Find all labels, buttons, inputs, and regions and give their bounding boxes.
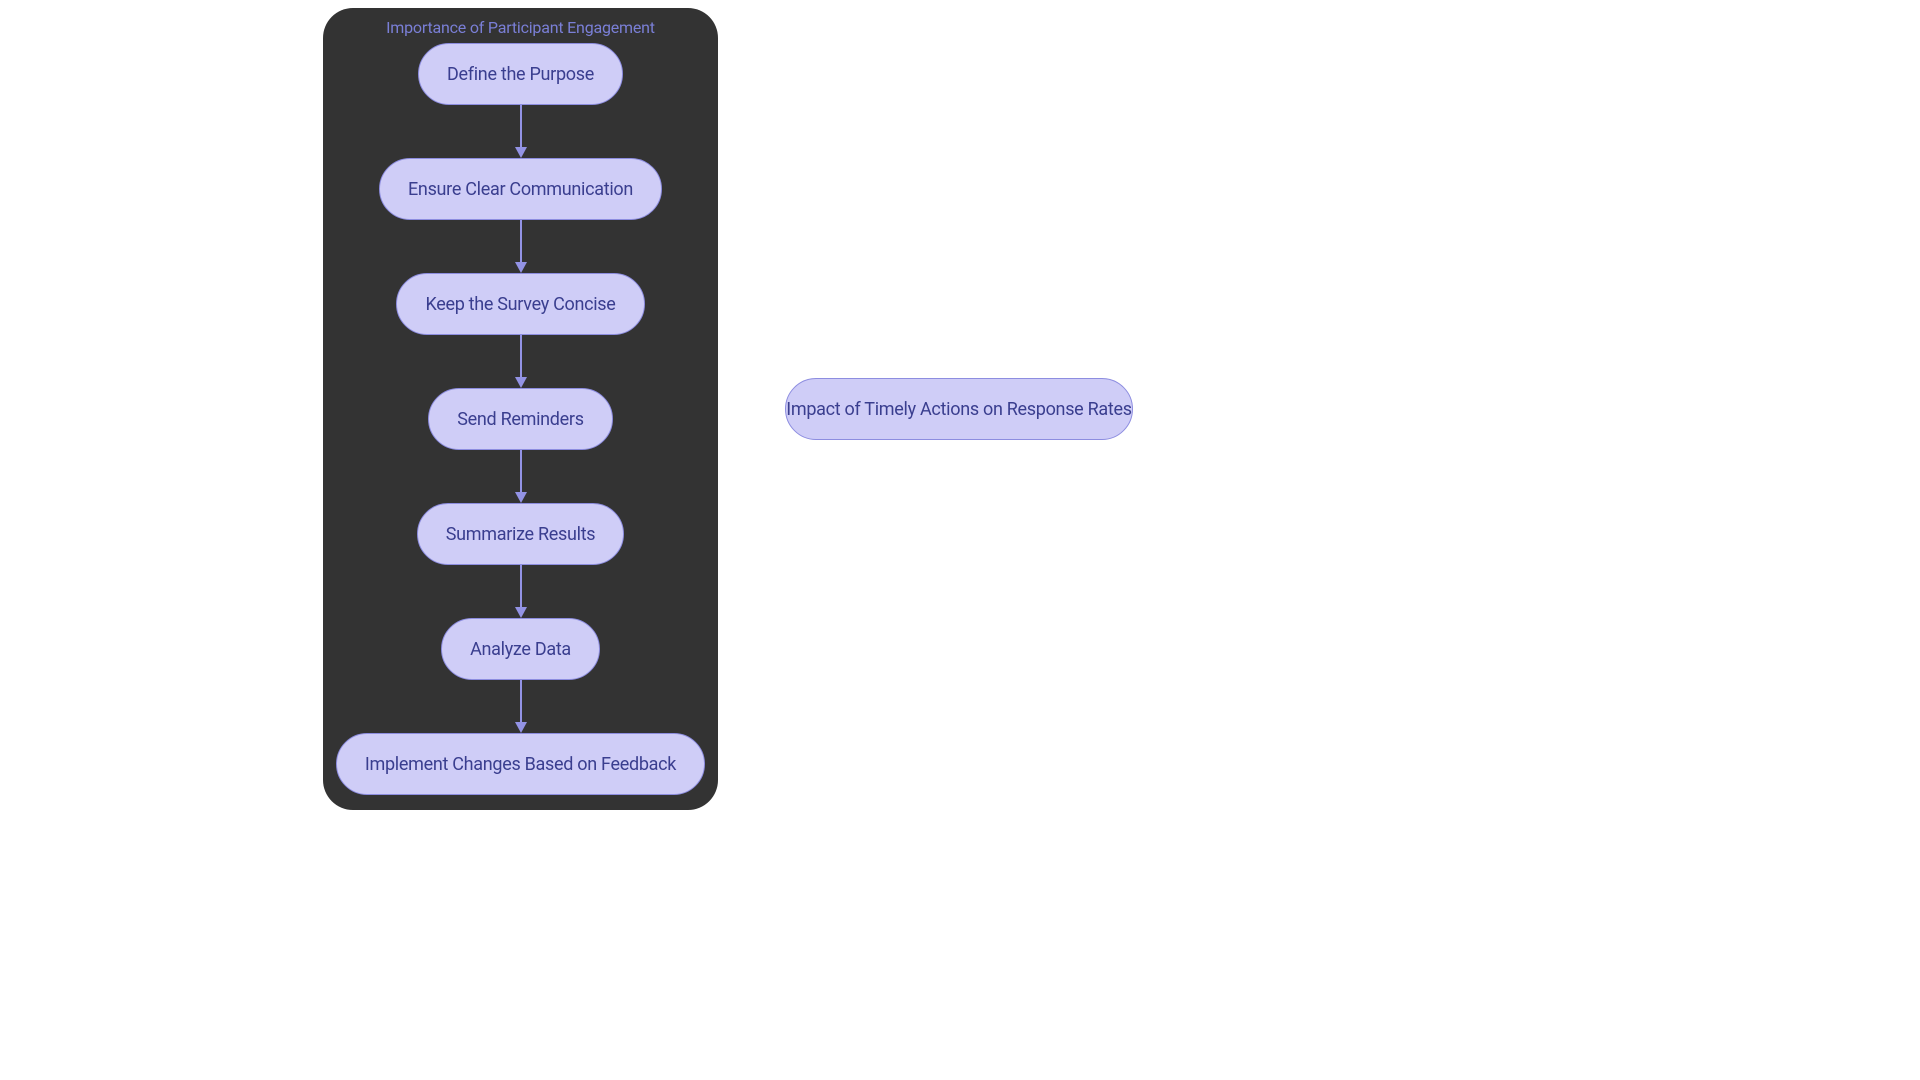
arrow-line (520, 680, 522, 722)
arrow-head-icon (515, 607, 527, 618)
arrow (515, 565, 527, 618)
node-define-purpose: Define the Purpose (418, 43, 623, 105)
node-implement-changes: Implement Changes Based on Feedback (336, 733, 705, 795)
arrow (515, 450, 527, 503)
node-summarize-results: Summarize Results (417, 503, 625, 565)
node-survey-concise: Keep the Survey Concise (396, 273, 644, 335)
node-clear-communication: Ensure Clear Communication (379, 158, 662, 220)
arrow (515, 220, 527, 273)
node-send-reminders: Send Reminders (428, 388, 612, 450)
arrow-line (520, 565, 522, 607)
arrow-line (520, 335, 522, 377)
arrow-head-icon (515, 492, 527, 503)
node-impact-timely-actions: Impact of Timely Actions on Response Rat… (785, 378, 1133, 440)
arrow-head-icon (515, 722, 527, 733)
arrow-line (520, 450, 522, 492)
arrow-head-icon (515, 262, 527, 273)
arrow-line (520, 105, 522, 147)
arrow (515, 335, 527, 388)
flow-group: Importance of Participant Engagement Def… (323, 8, 718, 810)
arrow (515, 105, 527, 158)
arrow-head-icon (515, 377, 527, 388)
node-analyze-data: Analyze Data (441, 618, 600, 680)
flow-column: Define the Purpose Ensure Clear Communic… (363, 43, 678, 795)
group-title: Importance of Participant Engagement (363, 18, 678, 37)
arrow (515, 680, 527, 733)
arrow-line (520, 220, 522, 262)
arrow-head-icon (515, 147, 527, 158)
